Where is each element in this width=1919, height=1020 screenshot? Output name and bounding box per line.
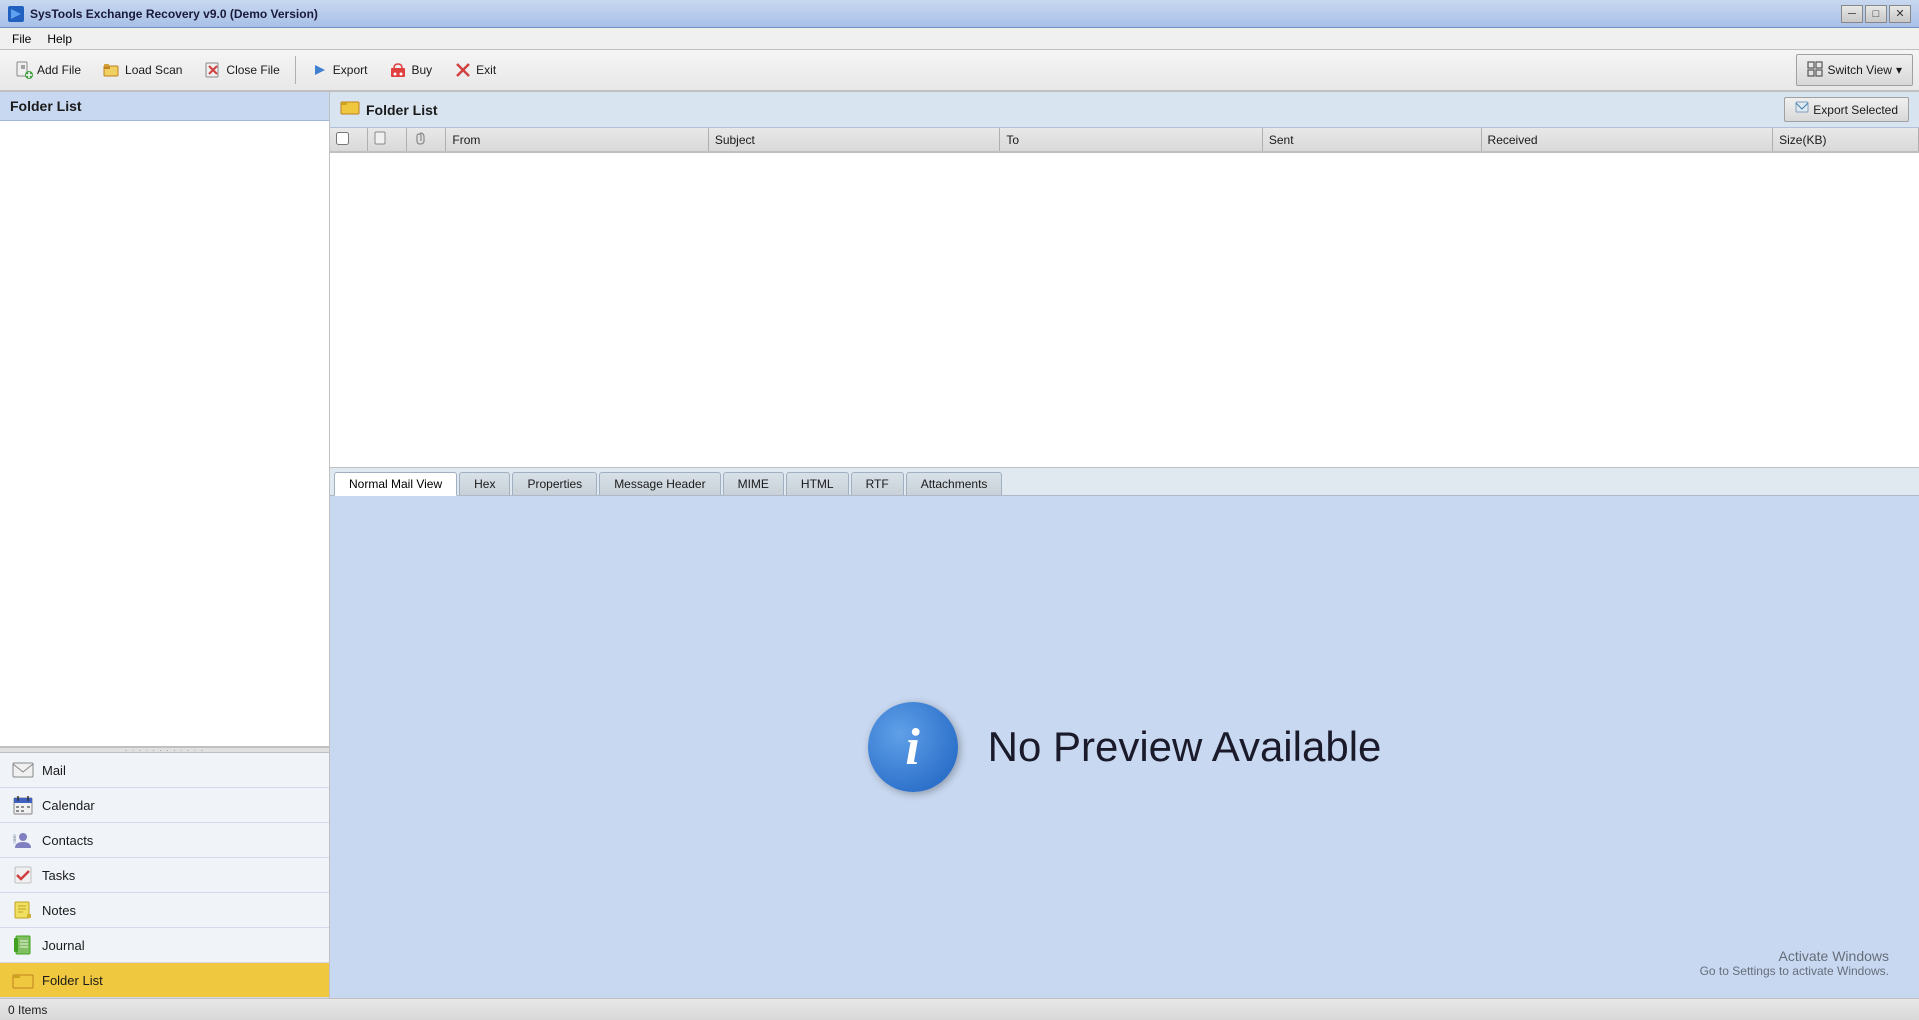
switch-view-label: Switch View <box>1827 63 1891 77</box>
email-list-area: From Subject To Sent Received Size(KB) <box>330 128 1919 468</box>
right-header-title: Folder List <box>340 99 438 120</box>
main-content: Folder List · · · · · · · · · · · · Mail <box>0 92 1919 998</box>
col-header-from[interactable]: From <box>446 128 708 152</box>
toolbar-sep-1 <box>295 56 296 84</box>
buy-icon <box>389 61 407 79</box>
right-header-title-text: Folder List <box>366 102 438 118</box>
add-file-button[interactable]: Add File <box>6 54 90 86</box>
load-scan-button[interactable]: Load Scan <box>94 54 191 86</box>
contacts-icon <box>12 829 34 851</box>
menu-bar: File Help <box>0 28 1919 50</box>
sidebar-item-contacts-label: Contacts <box>42 833 93 848</box>
export-label: Export <box>333 63 368 77</box>
preview-area: i No Preview Available Activate Windows … <box>330 496 1919 998</box>
folder-list-icon <box>12 969 34 991</box>
export-icon <box>311 61 329 79</box>
switch-view-button[interactable]: Switch View ▾ <box>1796 54 1913 86</box>
tab-hex[interactable]: Hex <box>459 472 510 495</box>
col-header-checkbox[interactable] <box>330 128 367 152</box>
calendar-icon <box>12 794 34 816</box>
sidebar-item-tasks-label: Tasks <box>42 868 75 883</box>
col-header-received[interactable]: Received <box>1481 128 1773 152</box>
nav-items: Mail Calendar <box>0 753 329 998</box>
sidebar-item-tasks[interactable]: Tasks <box>0 858 329 893</box>
right-header-folder-icon <box>340 99 360 120</box>
sidebar-item-journal[interactable]: Journal <box>0 928 329 963</box>
close-file-icon <box>204 61 222 79</box>
export-selected-button[interactable]: Export Selected <box>1784 97 1909 122</box>
col-header-type <box>367 128 406 152</box>
title-bar: SysTools Exchange Recovery v9.0 (Demo Ve… <box>0 0 1919 28</box>
col-header-attach <box>407 128 446 152</box>
sidebar-item-contacts[interactable]: Contacts <box>0 823 329 858</box>
notes-icon <box>12 899 34 921</box>
right-header: Folder List Export Selected <box>330 92 1919 128</box>
activate-windows-sub: Go to Settings to activate Windows. <box>1700 964 1889 978</box>
title-bar-left: SysTools Exchange Recovery v9.0 (Demo Ve… <box>8 6 318 22</box>
minimize-button[interactable]: ─ <box>1841 5 1863 23</box>
email-table: From Subject To Sent Received Size(KB) <box>330 128 1919 153</box>
sidebar-folder-list <box>0 121 329 747</box>
load-scan-label: Load Scan <box>125 63 182 77</box>
status-item-count: 0 Items <box>8 1003 47 1017</box>
sidebar-item-mail[interactable]: Mail <box>0 753 329 788</box>
status-bar: 0 Items <box>0 998 1919 1020</box>
close-button[interactable]: ✕ <box>1889 5 1911 23</box>
sidebar: Folder List · · · · · · · · · · · · Mail <box>0 92 330 998</box>
close-file-button[interactable]: Close File <box>195 54 288 86</box>
menu-file[interactable]: File <box>4 30 39 48</box>
no-preview-text: No Preview Available <box>988 723 1382 771</box>
maximize-button[interactable]: □ <box>1865 5 1887 23</box>
right-panel: Folder List Export Selected <box>330 92 1919 998</box>
add-file-label: Add File <box>37 63 81 77</box>
tab-properties[interactable]: Properties <box>512 472 597 495</box>
col-header-to[interactable]: To <box>1000 128 1262 152</box>
sidebar-item-mail-label: Mail <box>42 763 66 778</box>
switch-view-dropdown-icon: ▾ <box>1896 63 1902 77</box>
tab-message-header[interactable]: Message Header <box>599 472 720 495</box>
sidebar-item-journal-label: Journal <box>42 938 85 953</box>
exit-button[interactable]: Exit <box>445 54 505 86</box>
preview-tabs: Normal Mail View Hex Properties Message … <box>330 468 1919 496</box>
title-bar-controls: ─ □ ✕ <box>1841 5 1911 23</box>
toolbar: Add File Load Scan Close File Ex <box>0 50 1919 92</box>
activate-windows-title: Activate Windows <box>1700 948 1889 964</box>
export-button[interactable]: Export <box>302 54 377 86</box>
load-scan-icon <box>103 61 121 79</box>
buy-label: Buy <box>411 63 432 77</box>
menu-help[interactable]: Help <box>39 30 80 48</box>
sidebar-item-notes[interactable]: Notes <box>0 893 329 928</box>
sidebar-item-calendar[interactable]: Calendar <box>0 788 329 823</box>
activate-windows: Activate Windows Go to Settings to activ… <box>1700 948 1889 978</box>
export-selected-label: Export Selected <box>1813 103 1898 117</box>
col-header-size[interactable]: Size(KB) <box>1773 128 1919 152</box>
sidebar-item-calendar-label: Calendar <box>42 798 95 813</box>
info-circle-icon: i <box>868 702 958 792</box>
select-all-checkbox[interactable] <box>336 132 349 145</box>
add-file-icon <box>15 61 33 79</box>
sidebar-item-folder-list-label: Folder List <box>42 973 103 988</box>
exit-label: Exit <box>476 63 496 77</box>
col-header-sent[interactable]: Sent <box>1262 128 1481 152</box>
title-bar-text: SysTools Exchange Recovery v9.0 (Demo Ve… <box>30 7 318 21</box>
tasks-icon <box>12 864 34 886</box>
sidebar-item-folder-list[interactable]: Folder List <box>0 963 329 998</box>
col-header-subject[interactable]: Subject <box>708 128 1000 152</box>
sidebar-item-notes-label: Notes <box>42 903 76 918</box>
sidebar-folder-list-title: Folder List <box>0 92 329 121</box>
tab-normal-mail-view[interactable]: Normal Mail View <box>334 472 457 496</box>
tab-rtf[interactable]: RTF <box>851 472 904 495</box>
close-file-label: Close File <box>226 63 279 77</box>
app-logo <box>8 6 24 22</box>
tab-attachments[interactable]: Attachments <box>906 472 1003 495</box>
tab-html[interactable]: HTML <box>786 472 849 495</box>
tab-mime[interactable]: MIME <box>723 472 784 495</box>
no-preview-container: i No Preview Available <box>868 702 1382 792</box>
exit-icon <box>454 61 472 79</box>
export-selected-icon <box>1795 101 1809 118</box>
journal-icon <box>12 934 34 956</box>
switch-view-icon <box>1807 61 1823 80</box>
buy-button[interactable]: Buy <box>380 54 441 86</box>
mail-icon <box>12 759 34 781</box>
